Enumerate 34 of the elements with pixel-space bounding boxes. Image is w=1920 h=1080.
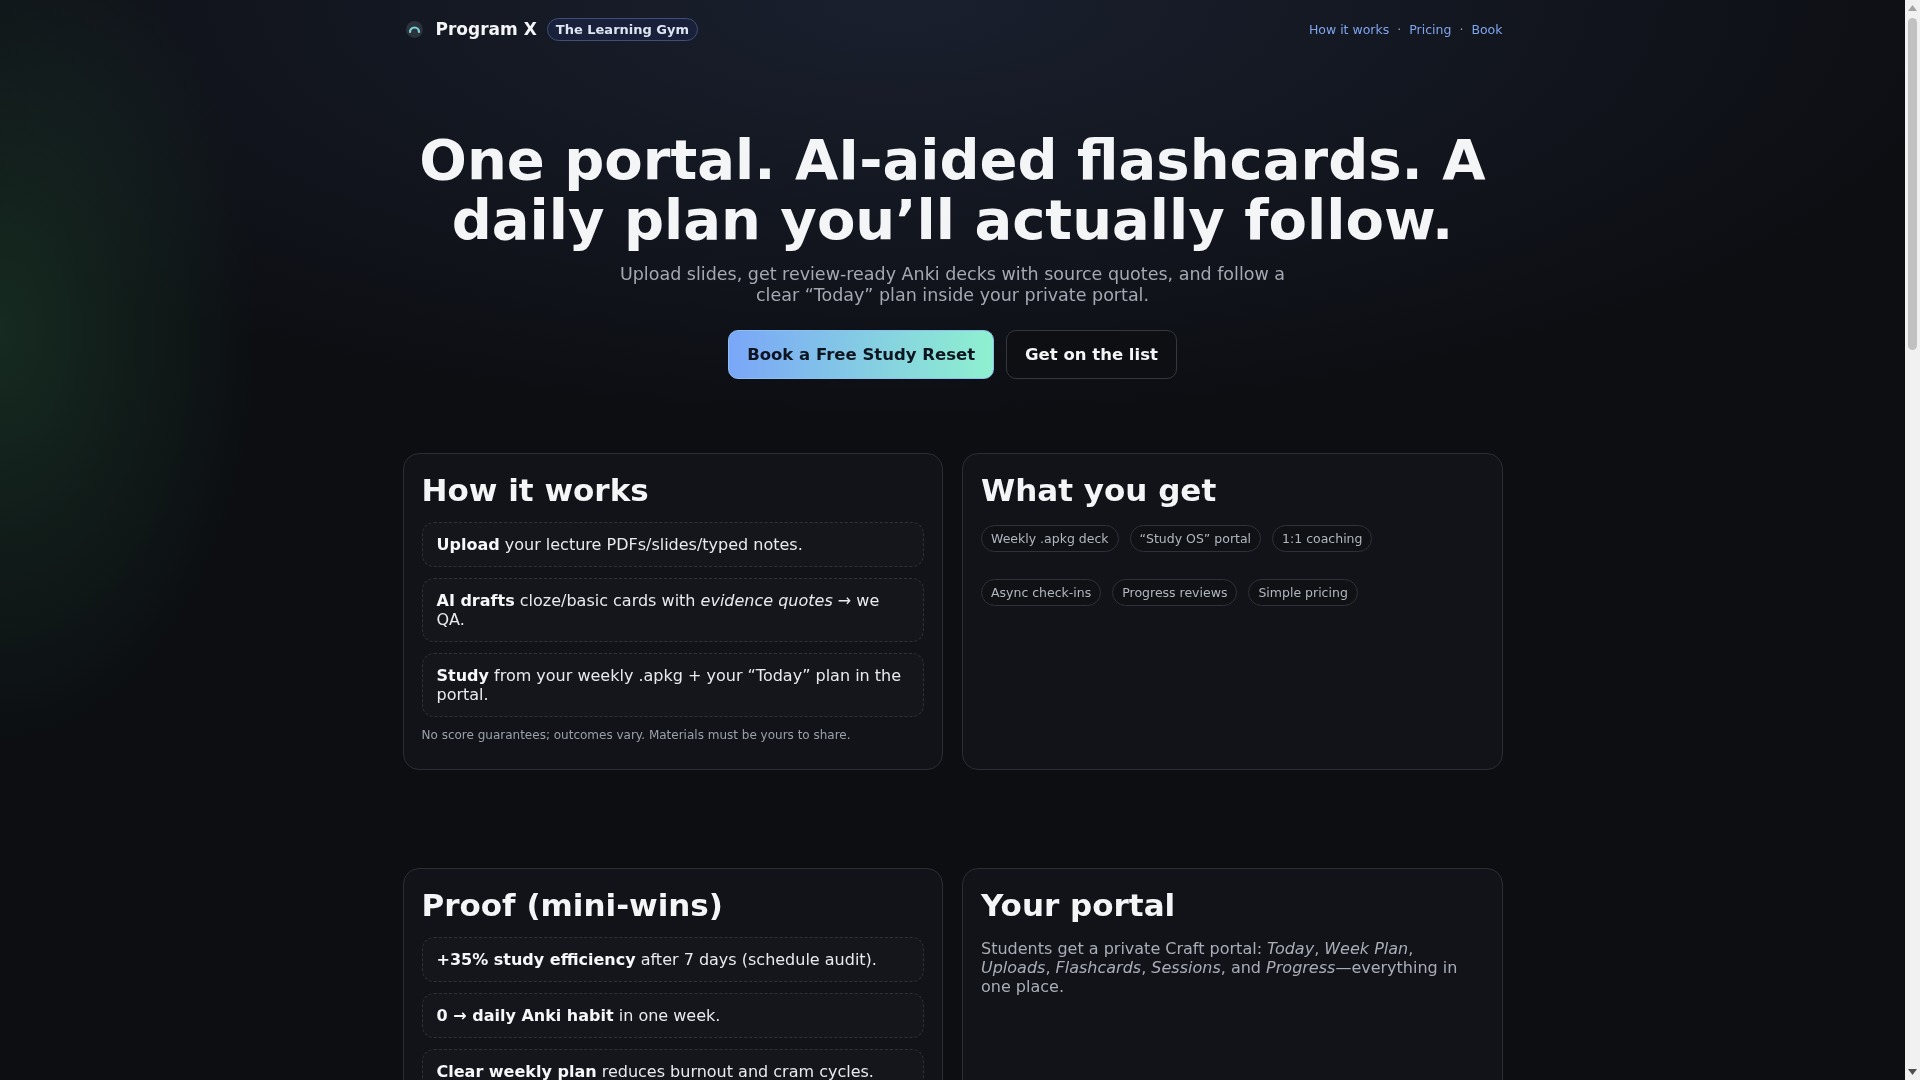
step-item: 0 → daily Anki habit in one week. [421,993,924,1038]
disclaimer-text: No score guarantees; outcomes vary. Materials must be yours to share. [421,728,852,743]
nav-link[interactable]: Book [1471,21,1503,37]
section-title: What you get [981,471,1218,509]
nav-separator: · [1459,21,1464,37]
feature-item: Async check-ins [981,579,1102,606]
feature-item: Weekly .apkg deck [981,525,1119,552]
logo-icon [405,20,423,38]
caret-down-icon[interactable] [1908,1069,1917,1075]
step-item: +35% study efficiency after 7 days (schedule audit). [421,937,924,982]
waitlist-button[interactable]: Get on the list [1006,330,1177,379]
feature-item: Progress reviews [1112,579,1238,606]
brand-name: Program X [435,19,537,39]
nav-link[interactable]: Pricing [1409,21,1452,37]
step-item: Upload your lecture PDFs/slides/typed notes. [421,522,924,567]
hero-title: One portal. AI-aided flashcards. A daily plan you’ll actually follow. [418,130,1487,250]
hero-subtitle: Upload slides, get review-ready Anki decks with source quotes, and follow a clear “Today” plan inside your private portal. [618,264,1287,306]
feature-item: Simple pricing [1248,579,1358,606]
step-item: AI drafts cloze/basic cards with evidence quotes → we QA. [421,578,924,642]
nav-separator: · [1397,21,1402,37]
feature-item: “Study OS” portal [1129,525,1262,552]
section-title: Proof (mini-wins) [421,886,724,924]
section-title: Your portal [981,886,1177,924]
step-item: Study from your weekly .apkg + your “Today” plan in the portal. [421,653,924,717]
brand-tagline: The Learning Gym [546,17,699,41]
section-title: How it works [421,471,650,509]
step-item: Clear weekly plan reduces burnout and cram cycles. [421,1049,924,1080]
scrollbar[interactable] [1905,0,1920,1080]
portal-description: Students get a private Craft portal: Today, Week Plan, Uploads, Flashcards, Sessions, and Progress—everything in one place. [981,939,1459,996]
caret-up-icon[interactable] [1908,5,1917,11]
scrollbar-thumb[interactable] [1908,18,1917,350]
feature-item: 1:1 coaching [1272,525,1373,552]
book-button[interactable]: Book a Free Study Reset [728,330,995,379]
nav-link[interactable]: How it works [1308,21,1390,37]
